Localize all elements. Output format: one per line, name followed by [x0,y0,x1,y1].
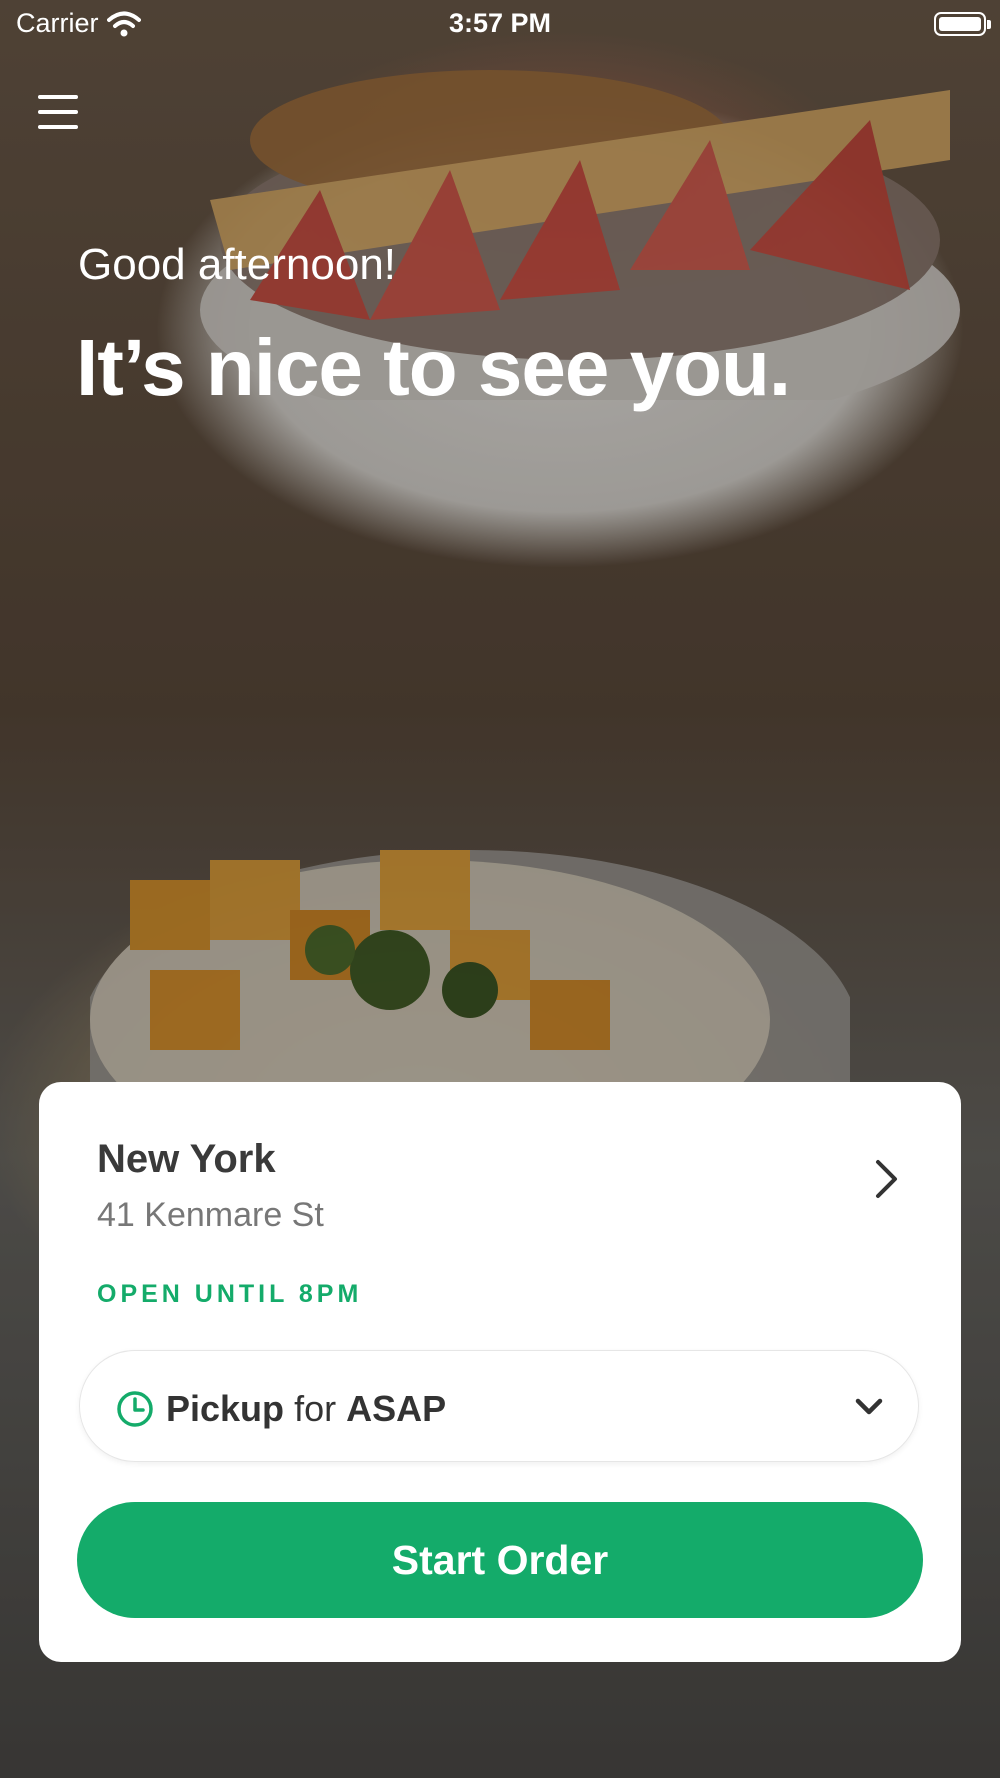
battery-icon [934,12,991,36]
order-mode-time: ASAP [346,1388,447,1429]
location-selector[interactable]: New York 41 Kenmare St [97,1137,907,1247]
menu-icon[interactable] [38,95,78,131]
chevron-down-icon [855,1398,883,1415]
open-hours-status: OPEN UNTIL 8PM [97,1280,363,1308]
chevron-right-icon [876,1160,897,1198]
start-order-button[interactable]: Start Order [77,1502,923,1618]
order-mode-label: Pickup for ASAP [166,1388,446,1430]
order-mode-select[interactable]: Pickup for ASAP [79,1350,919,1462]
status-bar: Carrier 3:57 PM [0,0,1000,50]
order-card: New York 41 Kenmare St OPEN UNTIL 8PM Pi… [39,1082,961,1662]
clock-time: 3:57 PM [448,8,552,38]
welcome-headline: It’s nice to see you. [76,323,791,412]
location-address: 41 Kenmare St [97,1196,324,1234]
order-mode-connector: for [294,1388,337,1429]
location-city: New York [97,1137,276,1181]
clock-icon [117,1391,153,1427]
order-mode-type: Pickup [166,1388,285,1429]
greeting-text: Good afternoon! [78,240,397,289]
